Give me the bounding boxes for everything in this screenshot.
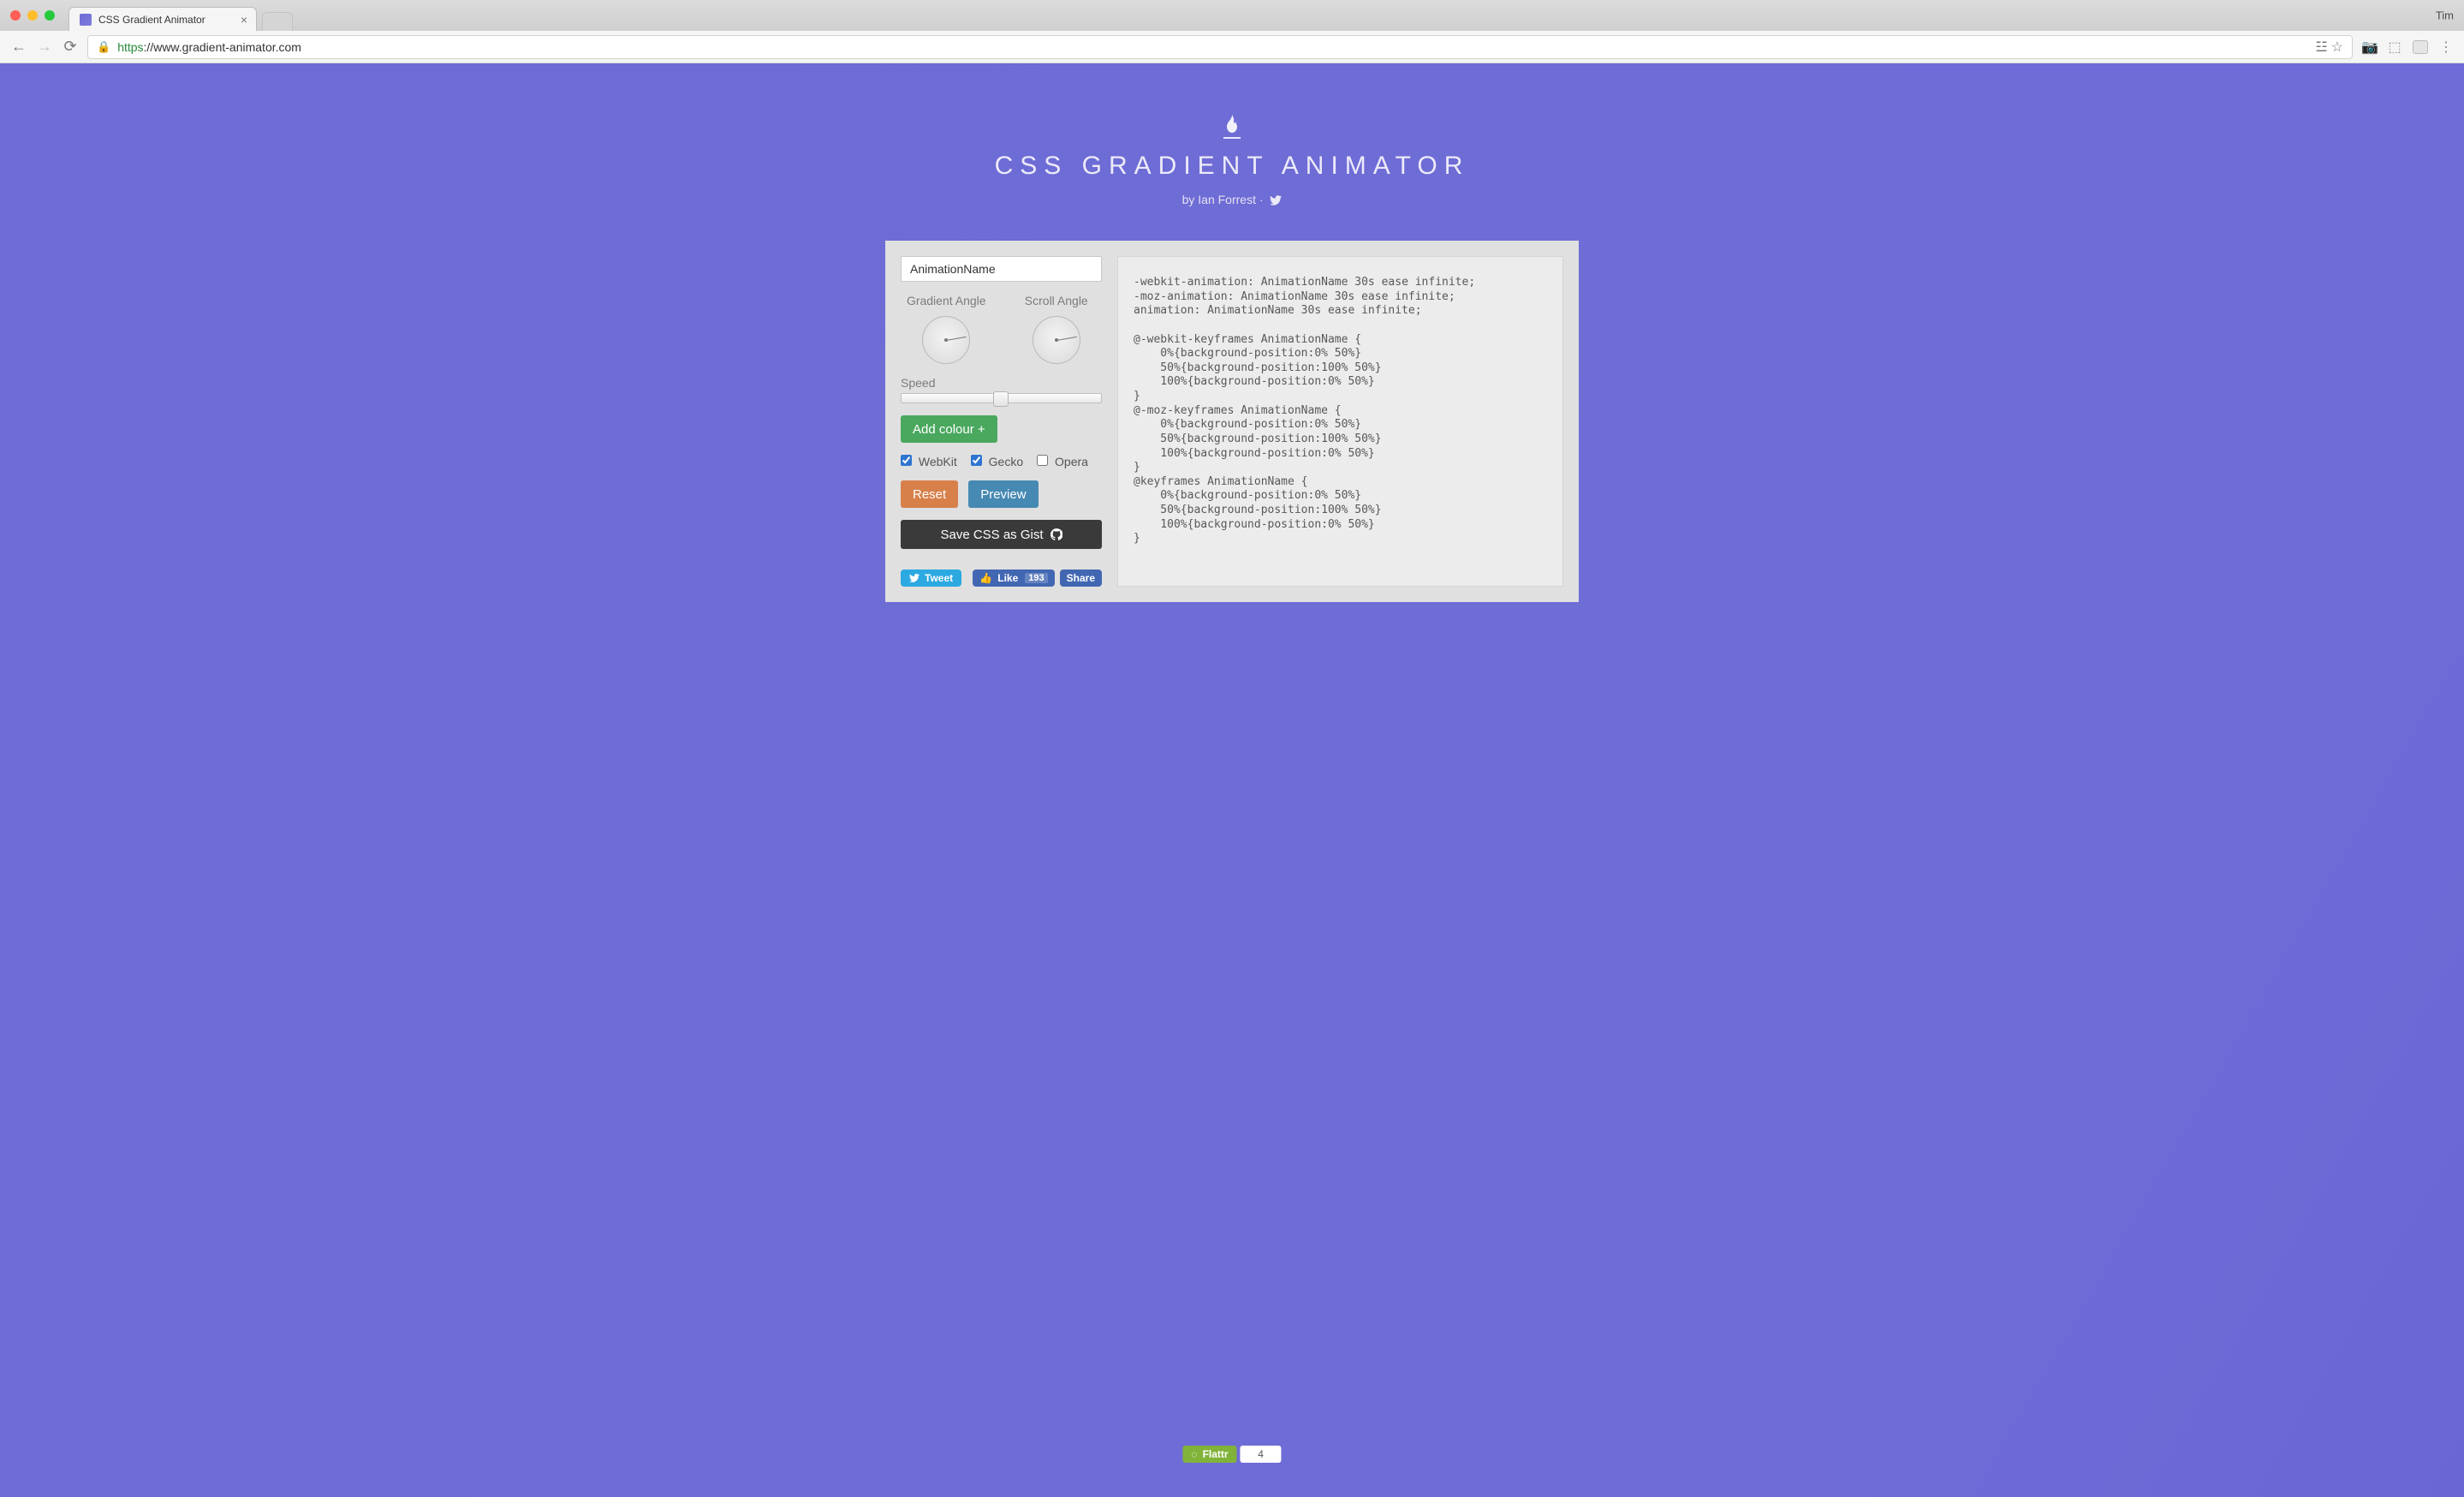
page-title: CSS GRADIENT ANIMATOR: [0, 152, 2464, 181]
preview-button[interactable]: Preview: [968, 480, 1038, 508]
byline-text: by Ian Forrest ·: [1182, 193, 1264, 206]
twitter-icon[interactable]: [1270, 194, 1282, 208]
github-icon: [1050, 528, 1062, 540]
fb-like-button[interactable]: 👍 Like 193: [973, 570, 1054, 587]
flattr-count: 4: [1241, 1446, 1282, 1463]
new-tab-button[interactable]: [262, 12, 293, 31]
scroll-angle-label: Scroll Angle: [1011, 294, 1103, 307]
gecko-checkbox-input[interactable]: [971, 455, 982, 466]
controls-panel: Gradient Angle Scroll Angle Speed Add co…: [901, 256, 1102, 587]
hero: CSS GRADIENT ANIMATOR by Ian Forrest ·: [0, 115, 2464, 208]
webkit-checkbox-input[interactable]: [901, 455, 912, 466]
webkit-checkbox[interactable]: WebKit: [901, 455, 957, 468]
window-close-button[interactable]: [10, 10, 21, 21]
tweet-button[interactable]: Tweet: [901, 570, 961, 587]
chrome-menu-button[interactable]: ⋮: [2438, 39, 2454, 56]
tab-close-icon[interactable]: ×: [241, 14, 247, 26]
flattr-icon: ◌: [1191, 1448, 1197, 1460]
url-scheme: https: [117, 40, 143, 54]
gecko-checkbox[interactable]: Gecko: [971, 455, 1023, 468]
tab-favicon-icon: [80, 14, 92, 26]
fb-share-button[interactable]: Share: [1060, 570, 1102, 587]
window-minimize-button[interactable]: [27, 10, 38, 21]
mac-titlebar: CSS Gradient Animator × Tim: [0, 0, 2464, 31]
add-colour-button[interactable]: Add colour +: [901, 415, 997, 443]
nav-forward-button[interactable]: →: [36, 38, 53, 56]
webkit-checkbox-label: WebKit: [919, 455, 957, 468]
animation-name-input[interactable]: [901, 256, 1102, 282]
mac-user-label: Tim: [2436, 9, 2454, 22]
browser-toolbar: ← → ⟳ 🔒 https://www.gradient-animator.co…: [0, 31, 2464, 63]
scroll-angle-dial[interactable]: [1033, 316, 1080, 364]
flattr-label: Flattr: [1203, 1448, 1229, 1460]
fb-share-label: Share: [1067, 572, 1095, 584]
address-bar[interactable]: 🔒 https://www.gradient-animator.com ☳ ☆: [87, 35, 2353, 59]
speed-slider-thumb[interactable]: [993, 391, 1009, 407]
reset-button[interactable]: Reset: [901, 480, 958, 508]
lock-icon: 🔒: [97, 40, 110, 54]
page-body: CSS GRADIENT ANIMATOR by Ian Forrest · G…: [0, 63, 2464, 1497]
url-rest: ://www.gradient-animator.com: [144, 40, 301, 54]
save-gist-button[interactable]: Save CSS as Gist: [901, 520, 1102, 549]
thumbs-up-icon: 👍: [979, 572, 992, 584]
save-gist-label: Save CSS as Gist: [940, 528, 1043, 542]
nav-reload-button[interactable]: ⟳: [62, 38, 79, 56]
fb-like-label: Like: [997, 572, 1018, 584]
tab-title: CSS Gradient Animator: [98, 14, 205, 26]
speed-label: Speed: [901, 376, 1102, 390]
gradient-angle-label: Gradient Angle: [901, 294, 992, 307]
main-card: Gradient Angle Scroll Angle Speed Add co…: [885, 241, 1579, 602]
flame-icon: [1223, 115, 1241, 139]
fb-like-count: 193: [1025, 573, 1047, 583]
camera-icon[interactable]: 📷: [2361, 39, 2377, 56]
prefix-checkboxes: WebKit Gecko Opera: [901, 455, 1102, 468]
opera-checkbox-label: Opera: [1055, 455, 1088, 468]
tweet-label: Tweet: [925, 572, 953, 584]
dropbox-icon[interactable]: ⬚: [2387, 39, 2402, 56]
opera-checkbox[interactable]: Opera: [1037, 455, 1088, 468]
nav-back-button[interactable]: ←: [10, 38, 27, 56]
gecko-checkbox-label: Gecko: [989, 455, 1023, 468]
flattr-widget: ◌ Flattr 4: [1182, 1446, 1281, 1463]
window-zoom-button[interactable]: [45, 10, 55, 21]
extension-icon[interactable]: [2413, 40, 2428, 54]
opera-checkbox-input[interactable]: [1037, 455, 1048, 466]
browser-tab-active[interactable]: CSS Gradient Animator ×: [68, 7, 257, 31]
bookmark-star-icon[interactable]: ☆: [2331, 39, 2343, 56]
css-output[interactable]: -webkit-animation: AnimationName 30s eas…: [1117, 256, 1563, 587]
speed-slider[interactable]: [901, 393, 1102, 403]
gradient-angle-dial[interactable]: [922, 316, 970, 364]
translate-icon[interactable]: ☳: [2315, 39, 2327, 56]
flattr-button[interactable]: ◌ Flattr: [1182, 1446, 1236, 1463]
